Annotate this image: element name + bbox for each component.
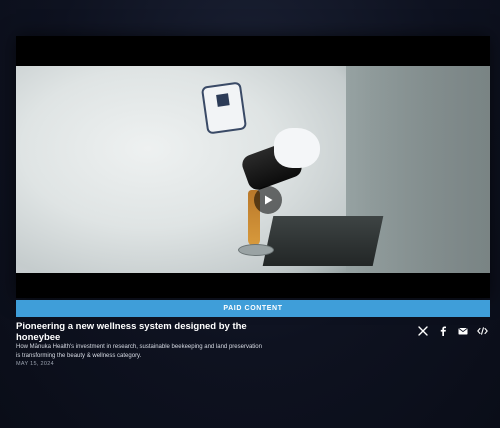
share-bar (417, 325, 488, 337)
background-blur (360, 66, 490, 273)
video-player[interactable] (16, 36, 490, 298)
share-email-button[interactable] (457, 326, 468, 337)
lab-equipment (262, 216, 384, 266)
play-button[interactable] (254, 186, 282, 214)
article-description: How Mānuka Health's investment in resear… (16, 344, 262, 359)
gloved-hand (274, 128, 320, 168)
paid-content-banner: PAID CONTENT (16, 300, 490, 317)
article-title[interactable]: Pioneering a new wellness system designe… (16, 321, 256, 343)
play-icon (265, 195, 273, 205)
email-icon (458, 328, 467, 335)
article-date: MAY 15, 2024 (16, 361, 54, 367)
share-facebook-button[interactable] (437, 326, 448, 337)
share-x-button[interactable] (417, 326, 428, 337)
video-frame[interactable] (16, 66, 490, 273)
embed-icon (477, 327, 488, 335)
honey-dish (238, 244, 274, 256)
lab-badge (200, 81, 248, 135)
x-icon (417, 326, 428, 336)
facebook-icon (440, 326, 446, 336)
share-embed-button[interactable] (477, 326, 488, 337)
